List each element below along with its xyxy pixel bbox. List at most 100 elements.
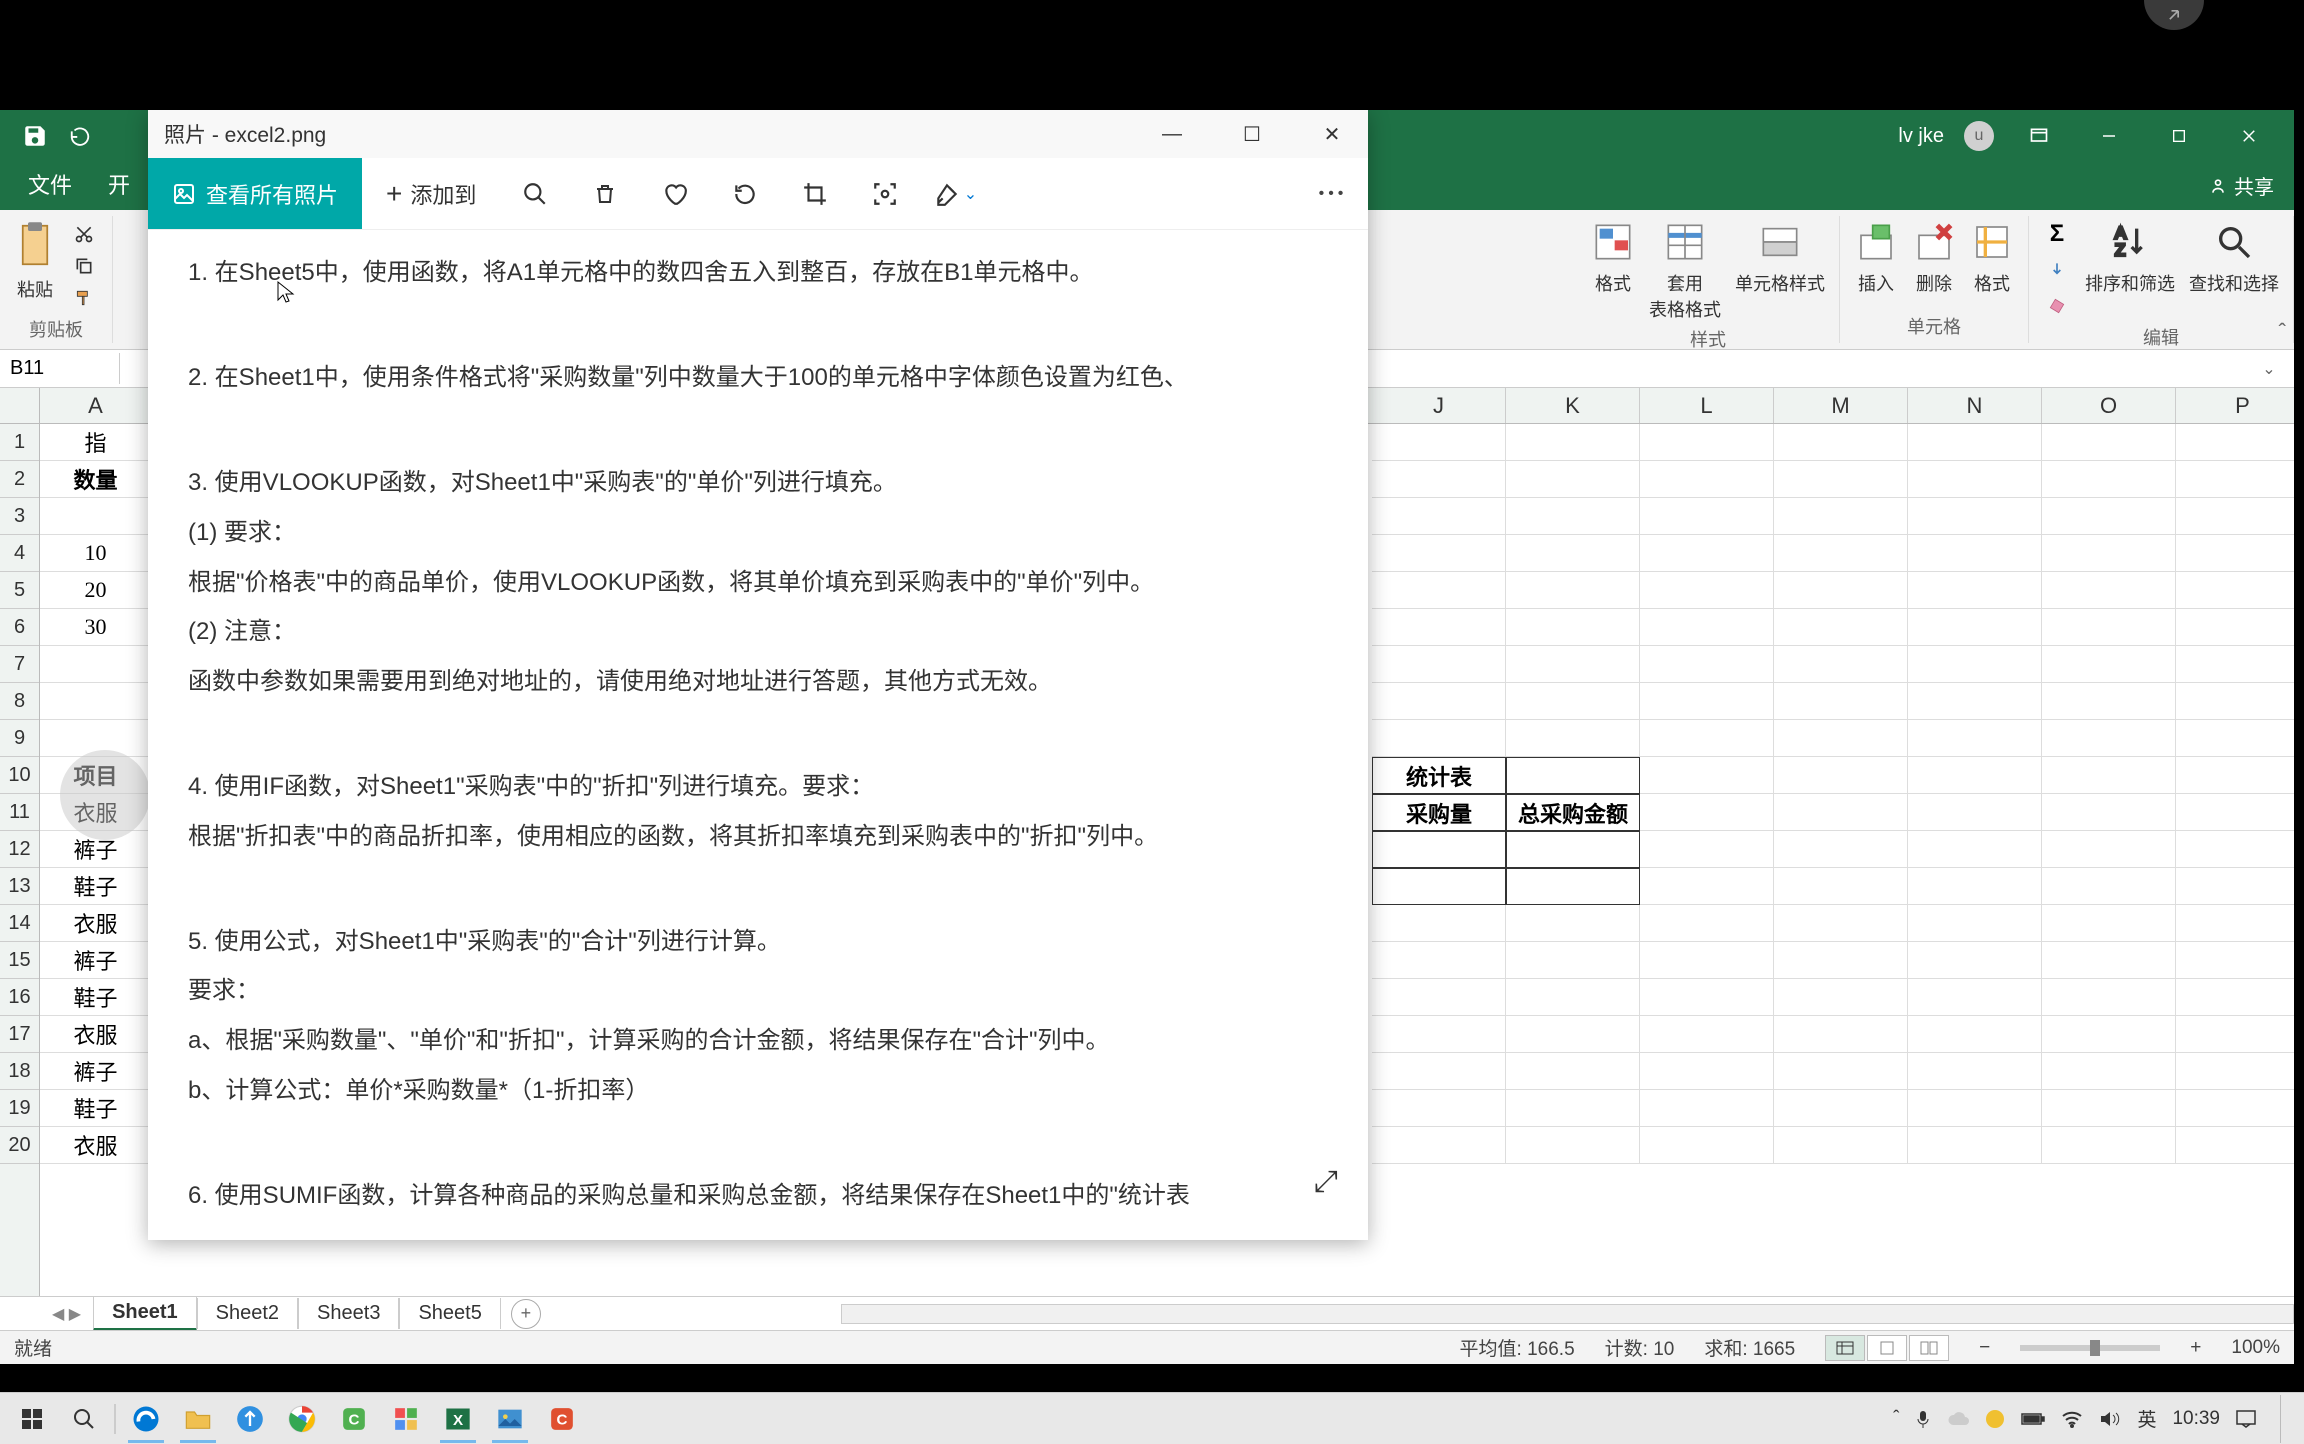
search-visual-button[interactable] xyxy=(850,158,920,229)
cell[interactable] xyxy=(1506,831,1640,868)
cell[interactable] xyxy=(1506,1053,1640,1090)
row-header[interactable]: 19 xyxy=(0,1090,39,1127)
col-header[interactable]: N xyxy=(1908,388,2042,423)
edit-button[interactable]: ⌄ xyxy=(920,158,990,229)
cell[interactable]: 采购量 xyxy=(1372,794,1506,831)
cell[interactable] xyxy=(1774,683,1908,720)
cell[interactable] xyxy=(2042,1127,2176,1164)
cell[interactable] xyxy=(2042,720,2176,757)
zoom-percent[interactable]: 100% xyxy=(2231,1337,2280,1359)
cell[interactable] xyxy=(2176,720,2294,757)
cell[interactable] xyxy=(40,683,152,720)
cell[interactable]: 指 xyxy=(40,424,152,461)
select-all-button[interactable] xyxy=(0,388,39,424)
more-button[interactable]: ••• xyxy=(1298,158,1368,229)
cell[interactable] xyxy=(2176,794,2294,831)
minimize-button[interactable] xyxy=(2084,116,2134,156)
cell[interactable] xyxy=(1908,942,2042,979)
view-page-break[interactable] xyxy=(1909,1335,1949,1361)
cell[interactable] xyxy=(2176,1127,2294,1164)
row-header[interactable]: 7 xyxy=(0,646,39,683)
photos-content[interactable]: 1. 在Sheet5中，使用函数，将A1单元格中的数四舍五入到整百，存放在B1单… xyxy=(148,230,1368,1240)
cell[interactable] xyxy=(1640,609,1774,646)
cell[interactable] xyxy=(2176,1016,2294,1053)
col-header[interactable]: P xyxy=(2176,388,2294,423)
cell[interactable] xyxy=(40,498,152,535)
cell[interactable] xyxy=(1372,979,1506,1016)
cell[interactable] xyxy=(1908,794,2042,831)
start-button[interactable] xyxy=(6,1395,58,1443)
cell[interactable] xyxy=(2042,757,2176,794)
cell[interactable] xyxy=(1640,498,1774,535)
row-header[interactable]: 15 xyxy=(0,942,39,979)
cell[interactable] xyxy=(1774,1053,1908,1090)
task-app2[interactable]: C xyxy=(328,1395,380,1443)
cell[interactable]: 鞋子 xyxy=(40,1090,152,1127)
collapse-handle[interactable] xyxy=(2144,0,2204,30)
cell[interactable] xyxy=(2176,683,2294,720)
row-header[interactable]: 14 xyxy=(0,905,39,942)
photos-close[interactable]: ✕ xyxy=(1312,119,1352,149)
cell[interactable] xyxy=(1774,720,1908,757)
col-header[interactable]: M xyxy=(1774,388,1908,423)
cell[interactable] xyxy=(2042,831,2176,868)
cell[interactable] xyxy=(1506,1016,1640,1053)
cell[interactable] xyxy=(1640,424,1774,461)
tray-onedrive-icon[interactable] xyxy=(1947,1411,1969,1427)
task-edge[interactable] xyxy=(120,1395,172,1443)
cell[interactable] xyxy=(1774,1090,1908,1127)
cell[interactable] xyxy=(1640,831,1774,868)
tray-app-icon[interactable] xyxy=(1985,1409,2005,1429)
cell[interactable] xyxy=(1506,720,1640,757)
cell[interactable] xyxy=(1908,1016,2042,1053)
cell[interactable] xyxy=(1640,1053,1774,1090)
row-header[interactable]: 12 xyxy=(0,831,39,868)
cell[interactable] xyxy=(1506,646,1640,683)
row-header[interactable]: 6 xyxy=(0,609,39,646)
cell[interactable]: 鞋子 xyxy=(40,979,152,1016)
cell[interactable] xyxy=(1774,572,1908,609)
paste-button[interactable]: 粘贴 xyxy=(14,220,56,302)
cell[interactable] xyxy=(2042,794,2176,831)
cell[interactable] xyxy=(1774,609,1908,646)
task-photos[interactable] xyxy=(484,1395,536,1443)
cell[interactable] xyxy=(1908,1127,2042,1164)
cell[interactable]: 裤子 xyxy=(40,942,152,979)
cell[interactable] xyxy=(1774,794,1908,831)
cell[interactable] xyxy=(1506,1127,1640,1164)
horizontal-scrollbar[interactable] xyxy=(841,1304,2294,1324)
cell[interactable] xyxy=(1506,757,1640,794)
cell[interactable] xyxy=(2042,905,2176,942)
row-header[interactable]: 17 xyxy=(0,1016,39,1053)
cell[interactable] xyxy=(1372,572,1506,609)
crop-button[interactable] xyxy=(780,158,850,229)
view-page-layout[interactable] xyxy=(1867,1335,1907,1361)
tray-expand[interactable]: ˆ xyxy=(1893,1408,1899,1430)
assistive-touch[interactable] xyxy=(60,750,150,840)
cell[interactable] xyxy=(1372,683,1506,720)
cell[interactable] xyxy=(1908,868,2042,905)
tray-ime[interactable]: 英 xyxy=(2137,1405,2156,1432)
cell[interactable]: 30 xyxy=(40,609,152,646)
autosum-button[interactable]: Σ xyxy=(2043,220,2071,248)
cell[interactable] xyxy=(2042,1016,2176,1053)
cell[interactable] xyxy=(2176,424,2294,461)
cell[interactable] xyxy=(1372,942,1506,979)
zoom-slider[interactable] xyxy=(2020,1345,2160,1351)
sheet-tab-1[interactable]: Sheet1 xyxy=(93,1297,197,1331)
maximize-button[interactable] xyxy=(2154,116,2204,156)
cell[interactable] xyxy=(2176,498,2294,535)
cell[interactable]: 20 xyxy=(40,572,152,609)
cell[interactable] xyxy=(1908,609,2042,646)
cell[interactable] xyxy=(1640,720,1774,757)
cell[interactable] xyxy=(1908,979,2042,1016)
cell[interactable] xyxy=(2176,905,2294,942)
cell[interactable] xyxy=(1372,1090,1506,1127)
tray-notifications[interactable] xyxy=(2236,1410,2256,1428)
row-header[interactable]: 9 xyxy=(0,720,39,757)
clear-button[interactable] xyxy=(2043,292,2071,320)
cell[interactable] xyxy=(1908,461,2042,498)
tab-home[interactable]: 开 xyxy=(90,158,148,210)
tray-mic-icon[interactable] xyxy=(1915,1409,1931,1429)
cell[interactable] xyxy=(1908,646,2042,683)
